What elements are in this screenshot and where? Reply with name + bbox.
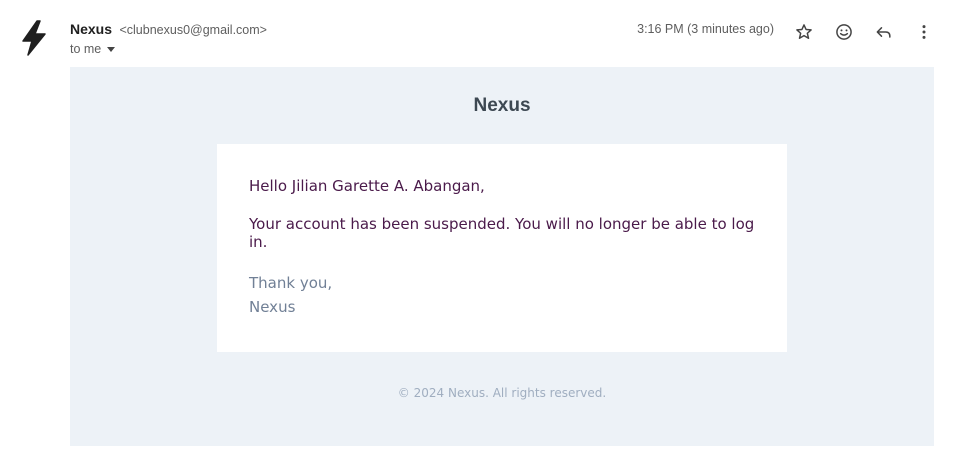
signoff-line-2: Nexus <box>249 298 296 316</box>
greeting-text: Hello Jilian Garette A. Abangan, <box>249 177 485 195</box>
signoff-line-1: Thank you, <box>249 274 333 292</box>
sender-line: Nexus <clubnexus0@gmail.com> <box>70 21 267 39</box>
message-text: Your account has been suspended. You wil… <box>249 215 755 251</box>
add-reaction-button[interactable] <box>826 16 862 52</box>
star-button[interactable] <box>786 16 822 52</box>
reply-button[interactable] <box>866 16 902 52</box>
more-options-button[interactable] <box>906 16 942 52</box>
message-header: Nexus <clubnexus0@gmail.com> to me 3:16 … <box>70 18 934 62</box>
recipient-label: to me <box>70 42 102 56</box>
email-body: Nexus Hello Jilian Garette A. Abangan, Y… <box>70 67 934 446</box>
email-view: Nexus <clubnexus0@gmail.com> to me 3:16 … <box>0 0 954 455</box>
emoji-icon <box>834 22 854 47</box>
message-timestamp: 3:16 PM (3 minutes ago) <box>637 22 774 36</box>
more-vert-icon <box>914 22 934 47</box>
brand-title[interactable]: Nexus <box>70 95 934 117</box>
sender-email: <clubnexus0@gmail.com> <box>119 23 267 37</box>
message-actions <box>786 16 942 52</box>
signoff: Thank you, Nexus <box>249 271 755 319</box>
message-card: Hello Jilian Garette A. Abangan, Your ac… <box>217 144 787 352</box>
sender-name[interactable]: Nexus <box>70 21 112 37</box>
caret-down-icon <box>107 47 116 52</box>
sender-avatar[interactable] <box>16 19 52 61</box>
footer-copyright: © 2024 Nexus. All rights reserved. <box>397 386 607 400</box>
reply-icon <box>874 22 894 47</box>
lightning-bolt-icon <box>19 19 49 61</box>
star-icon <box>794 22 814 47</box>
recipient-details-toggle[interactable]: to me <box>70 42 116 56</box>
